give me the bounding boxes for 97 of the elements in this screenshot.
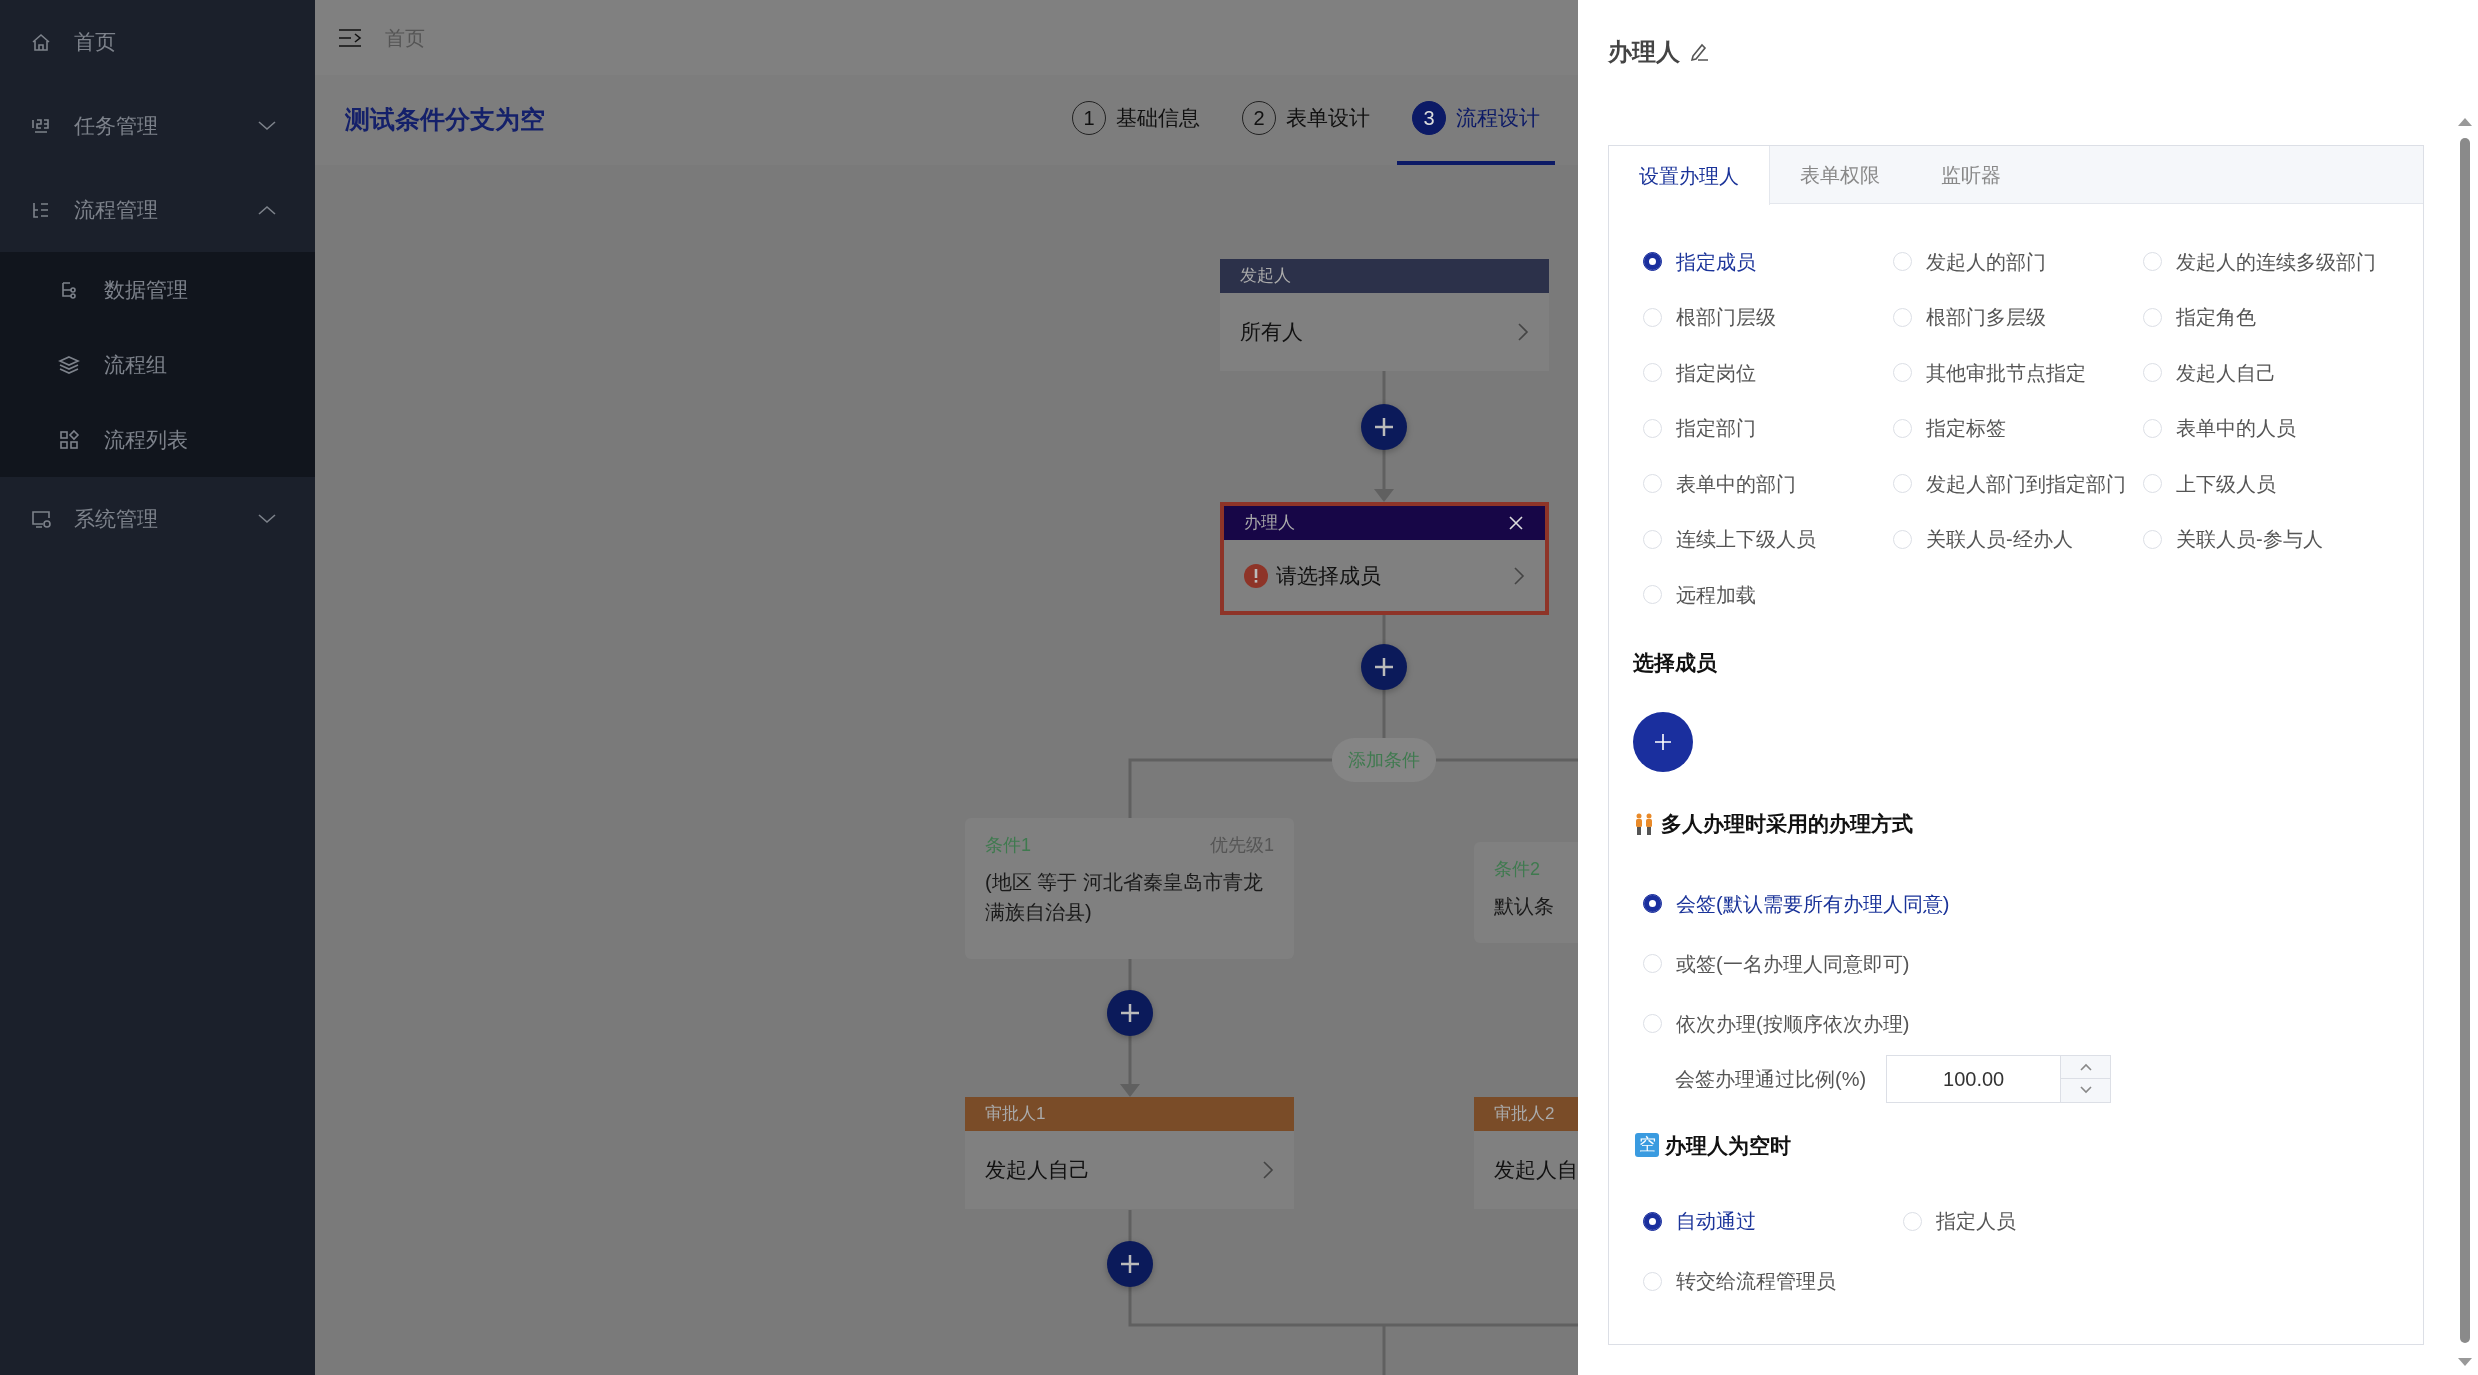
plus-icon (1653, 732, 1673, 752)
radio-option[interactable]: 依次办理(按顺序依次办理) (1643, 993, 1910, 1054)
drawer-title: 办理人 (1608, 37, 1680, 67)
sidebar-item[interactable]: 系统管理 (0, 477, 315, 561)
radio-option[interactable]: 指定标签 (1893, 400, 2143, 456)
node-content: 所有人 (1240, 319, 1304, 346)
grid-icon (58, 428, 82, 451)
chevron-down-icon (2079, 1086, 2092, 1095)
number-field[interactable]: 100.00 (1886, 1054, 2112, 1103)
radio-option[interactable]: 发起人的连续多级部门 (2143, 234, 2423, 290)
step-tab[interactable]: 3 流程设计 (1397, 75, 1555, 165)
sidebar-label: 系统管理 (74, 506, 159, 533)
radio-option[interactable]: 上下级人员 (2143, 456, 2423, 512)
radio-option[interactable]: 根部门层级 (1643, 289, 1893, 345)
radio-option[interactable]: 其他审批节点指定 (1893, 345, 2143, 401)
sidebar-item[interactable]: 首页 (0, 0, 315, 84)
radio-circle[interactable] (1643, 894, 1662, 913)
flow-node[interactable]: 审批人1 发起人自己 (965, 1097, 1294, 1209)
step-tab[interactable]: 2 表单设计 (1227, 75, 1385, 165)
radio-option[interactable]: 表单中的部门 (1643, 456, 1893, 512)
chevron-right-icon (1517, 322, 1529, 342)
chevron-up-icon (2079, 1062, 2092, 1071)
radio-option[interactable]: 表单中的人员 (2143, 400, 2423, 456)
add-node-button[interactable] (1107, 990, 1153, 1036)
page-title: 测试条件分支为空 (345, 104, 546, 136)
plus-icon (1119, 1002, 1141, 1024)
sidebar-label: 任务管理 (74, 113, 159, 140)
node-content: 请选择成员 (1276, 562, 1382, 589)
close-icon[interactable] (1507, 514, 1525, 532)
sidebar-subitem[interactable]: 流程组 (0, 327, 315, 402)
add-node-button[interactable] (1107, 1241, 1153, 1287)
condition-text: (地区 等于 河北省秦皇岛市青龙满族自治县) (985, 870, 1264, 925)
pencil-icon[interactable] (1688, 41, 1710, 63)
plus-icon (1373, 656, 1395, 678)
people-icon (1633, 812, 1655, 835)
flow-node[interactable]: 审批人2 发起人自 (1474, 1097, 1578, 1209)
chevron-right-icon (1262, 1160, 1274, 1180)
chevron-right-icon (1513, 565, 1525, 586)
sidebar-label: 首页 (74, 29, 117, 56)
radio-option[interactable]: 根部门多层级 (1893, 289, 2143, 345)
radio-option[interactable]: 指定成员 (1643, 234, 1893, 290)
sidebar-item[interactable]: 任务管理 (0, 84, 315, 168)
condition-title: 条件1 (985, 834, 1031, 857)
add-node-button[interactable] (1361, 644, 1407, 690)
sidebar-subitem[interactable]: 流程列表 (0, 402, 315, 477)
node-title: 审批人2 (1494, 1103, 1555, 1126)
monitor-gear-icon (30, 508, 52, 530)
radio-option[interactable]: 指定岗位 (1643, 345, 1893, 401)
section-title: 办理人为空时 (1665, 1132, 1791, 1159)
node-content: 发起人自己 (985, 1157, 1091, 1184)
radio-option[interactable]: 连续上下级人员 (1643, 511, 1893, 567)
add-node-button[interactable] (1361, 404, 1407, 450)
sidebar-label: 流程管理 (74, 197, 159, 224)
sidebar-label: 流程列表 (104, 426, 188, 453)
condition-card[interactable]: 条件2 默认条 (1474, 842, 1578, 943)
menu-icon[interactable] (337, 26, 363, 49)
section-title: 选择成员 (1633, 649, 1718, 676)
radio-option[interactable]: 指定人员 (1903, 1191, 2163, 1251)
sidebar-item[interactable]: 流程管理 (0, 168, 315, 252)
condition-text: 默认条 (1494, 894, 1555, 919)
radio-option[interactable]: 发起人自己 (2143, 345, 2423, 401)
radio-option[interactable]: 发起人部门到指定部门 (1893, 456, 2143, 512)
panel-tab[interactable]: 设置办理人 (1609, 146, 1770, 205)
radio-option[interactable]: 关联人员-参与人 (2143, 511, 2423, 567)
section-title: 多人办理时采用的办理方式 (1661, 811, 1913, 837)
sidebar-subitem[interactable]: 数据管理 (0, 252, 315, 327)
node-content: 发起人自 (1494, 1157, 1578, 1184)
radio-circle[interactable] (1643, 1211, 1662, 1231)
flow-node[interactable]: 发起人 所有人 (1220, 259, 1549, 371)
condition-title: 条件2 (1494, 858, 1540, 881)
sidebar-label: 数据管理 (104, 276, 188, 303)
ratio-label: 会签办理通过比例(%) (1675, 1066, 1867, 1092)
layers-icon (58, 353, 82, 376)
radio-option[interactable]: 自动通过 (1643, 1191, 1903, 1251)
add-member-button[interactable] (1633, 712, 1693, 772)
radio-option[interactable]: 或签(一名办理人同意即可) (1643, 933, 1910, 994)
node-title: 办理人 (1244, 512, 1295, 535)
home-icon (30, 31, 52, 53)
flow-node[interactable]: 办理人 请选择成员 (1220, 502, 1549, 615)
sidebar-label: 流程组 (104, 351, 167, 378)
step-tab[interactable]: 1 基础信息 (1057, 75, 1215, 165)
radio-option[interactable]: 指定部门 (1643, 400, 1893, 456)
radio-option[interactable]: 会签(默认需要所有办理人同意) (1643, 873, 1950, 934)
warning-icon (1244, 563, 1268, 588)
radio-circle[interactable] (1643, 252, 1662, 272)
scrollbar[interactable] (2458, 118, 2472, 1368)
radio-option[interactable]: 指定角色 (2143, 289, 2423, 345)
plus-icon (1373, 416, 1395, 438)
empty-badge-icon: 空 (1635, 1133, 1659, 1158)
step-number: 3 (1412, 101, 1446, 135)
radio-option[interactable]: 关联人员-经办人 (1893, 511, 2143, 567)
radio-option[interactable]: 远程加载 (1643, 567, 1893, 623)
node-title: 审批人1 (985, 1103, 1046, 1126)
plus-icon (1119, 1253, 1141, 1275)
node-title: 发起人 (1240, 265, 1291, 288)
radio-option[interactable]: 转交给流程管理员 (1643, 1251, 1903, 1311)
radio-option[interactable]: 发起人的部门 (1893, 234, 2143, 290)
